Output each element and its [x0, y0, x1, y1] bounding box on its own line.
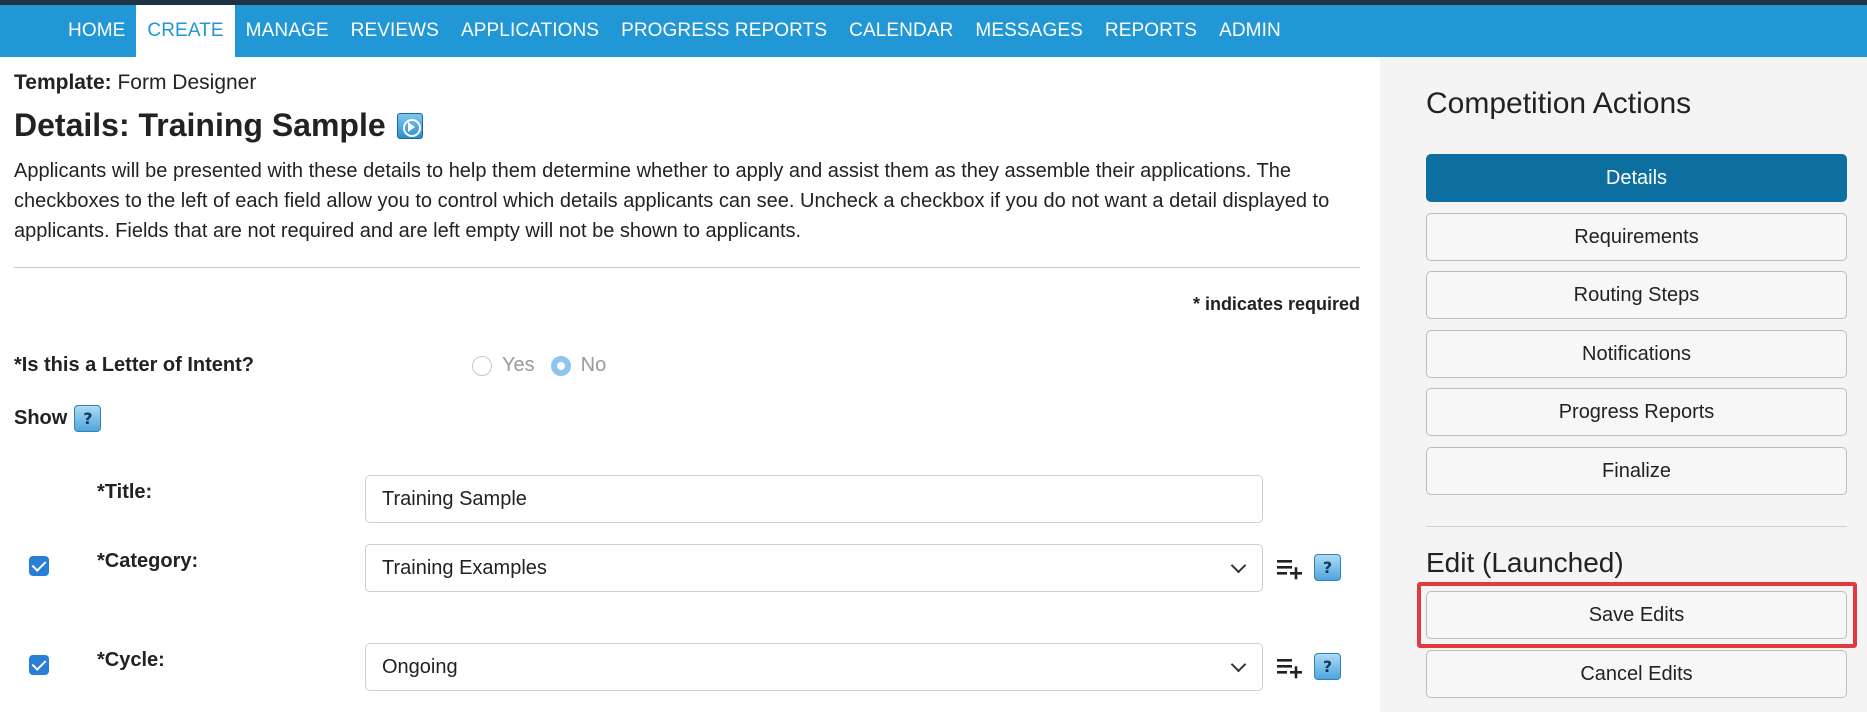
show-label: Show ? — [14, 405, 102, 432]
chevron-down-icon — [1230, 557, 1247, 574]
sidebar-divider — [1426, 526, 1847, 527]
field-row-cycle: *Cycle: Ongoing ? — [14, 643, 1360, 691]
list-add-icon[interactable] — [1276, 556, 1304, 580]
category-label: *Category: — [97, 550, 199, 572]
chevron-down-icon — [1230, 656, 1247, 673]
loi-no-label: No — [580, 354, 607, 376]
category-select-value: Training Examples — [382, 556, 547, 579]
title-input[interactable]: Training Sample — [365, 475, 1263, 523]
nav-messages[interactable]: MESSAGES — [964, 5, 1093, 57]
loi-yes-label: Yes — [502, 354, 535, 376]
nav-manage[interactable]: MANAGE — [235, 5, 340, 57]
page-title-text: Details: Training Sample — [14, 107, 386, 143]
nav-create[interactable]: CREATE — [136, 5, 235, 57]
show-label-text: Show — [14, 407, 68, 429]
main-nav: HOME CREATE MANAGE REVIEWS APPLICATIONS … — [0, 5, 1867, 57]
loi-no-radio[interactable] — [550, 355, 571, 376]
routing-steps-button[interactable]: Routing Steps — [1426, 271, 1847, 319]
nav-applications[interactable]: APPLICATIONS — [450, 5, 610, 57]
field-row-category: *Category: Training Examples ? — [14, 544, 1360, 592]
letter-of-intent-options: Yes No — [472, 354, 622, 377]
cycle-select-value: Ongoing — [382, 655, 458, 678]
video-help-icon[interactable] — [396, 112, 423, 139]
template-label: Template: — [14, 71, 112, 94]
nav-admin[interactable]: ADMIN — [1208, 5, 1292, 57]
nav-reviews[interactable]: REVIEWS — [340, 5, 450, 57]
required-note: * indicates required — [1192, 294, 1360, 314]
category-help-icon[interactable]: ? — [1314, 554, 1341, 581]
competition-actions-sidebar: Competition Actions Details Requirements… — [1380, 57, 1867, 712]
field-row-title: *Title: Training Sample — [14, 475, 1360, 523]
notifications-button[interactable]: Notifications — [1426, 330, 1847, 378]
save-edits-highlight — [1417, 582, 1857, 648]
cycle-show-checkbox[interactable] — [29, 655, 49, 675]
edit-launched-title: Edit (Launched) — [1426, 547, 1624, 578]
nav-calendar[interactable]: CALENDAR — [838, 5, 964, 57]
requirements-button[interactable]: Requirements — [1426, 213, 1847, 261]
show-help-icon[interactable]: ? — [74, 405, 102, 432]
page-title: Details: Training Sample — [14, 107, 423, 144]
title-label: *Title: — [97, 481, 153, 503]
finalize-button[interactable]: Finalize — [1426, 447, 1847, 495]
cycle-label: *Cycle: — [97, 649, 165, 671]
list-add-icon[interactable] — [1276, 655, 1304, 679]
details-button[interactable]: Details — [1426, 154, 1847, 202]
category-show-checkbox[interactable] — [29, 556, 49, 576]
loi-yes-radio[interactable] — [472, 355, 492, 376]
details-description: Applicants will be presented with these … — [14, 160, 1330, 242]
letter-of-intent-label: *Is this a Letter of Intent? — [14, 354, 255, 376]
cycle-select[interactable]: Ongoing — [365, 643, 1263, 691]
progress-reports-button[interactable]: Progress Reports — [1426, 388, 1847, 436]
cycle-help-icon[interactable]: ? — [1314, 653, 1341, 680]
section-divider — [14, 267, 1360, 268]
cancel-edits-button[interactable]: Cancel Edits — [1426, 650, 1847, 698]
category-select[interactable]: Training Examples — [365, 544, 1263, 592]
template-value: Form Designer — [117, 71, 257, 94]
template-line: Template: Form Designer — [14, 71, 256, 95]
nav-reports[interactable]: REPORTS — [1094, 5, 1208, 57]
nav-progress-reports[interactable]: PROGRESS REPORTS — [610, 5, 838, 57]
nav-home[interactable]: HOME — [57, 5, 136, 57]
competition-actions-title: Competition Actions — [1426, 87, 1692, 120]
